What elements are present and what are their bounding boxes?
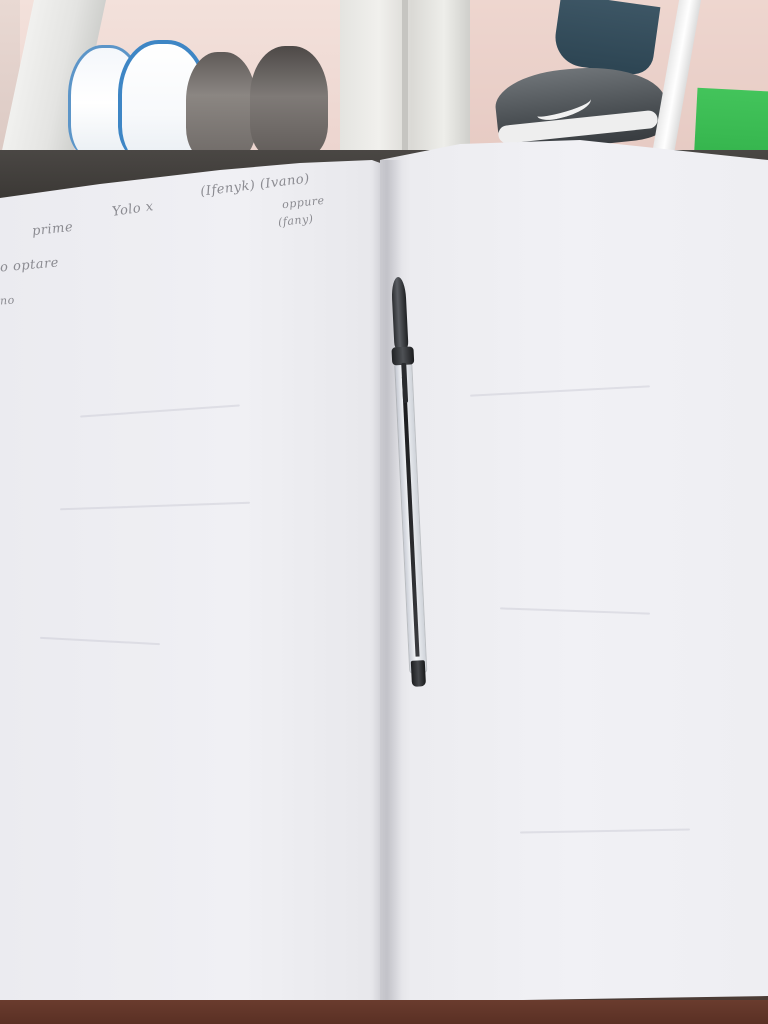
- grey-sneaker-right: [250, 46, 328, 158]
- pen-end-plug: [410, 660, 427, 687]
- grey-sneaker-left: [186, 52, 256, 160]
- notebook-left-page: [0, 160, 400, 1024]
- notebook-right-page: [380, 140, 768, 1002]
- window-frame-center: [340, 0, 470, 165]
- photo-scene: prime Yolo x (Ifenyk) (Ivano) oppure (fa…: [0, 0, 768, 1024]
- pen-cap: [391, 276, 409, 350]
- handwriting-no: no: [0, 293, 16, 308]
- wooden-table: [0, 1000, 768, 1024]
